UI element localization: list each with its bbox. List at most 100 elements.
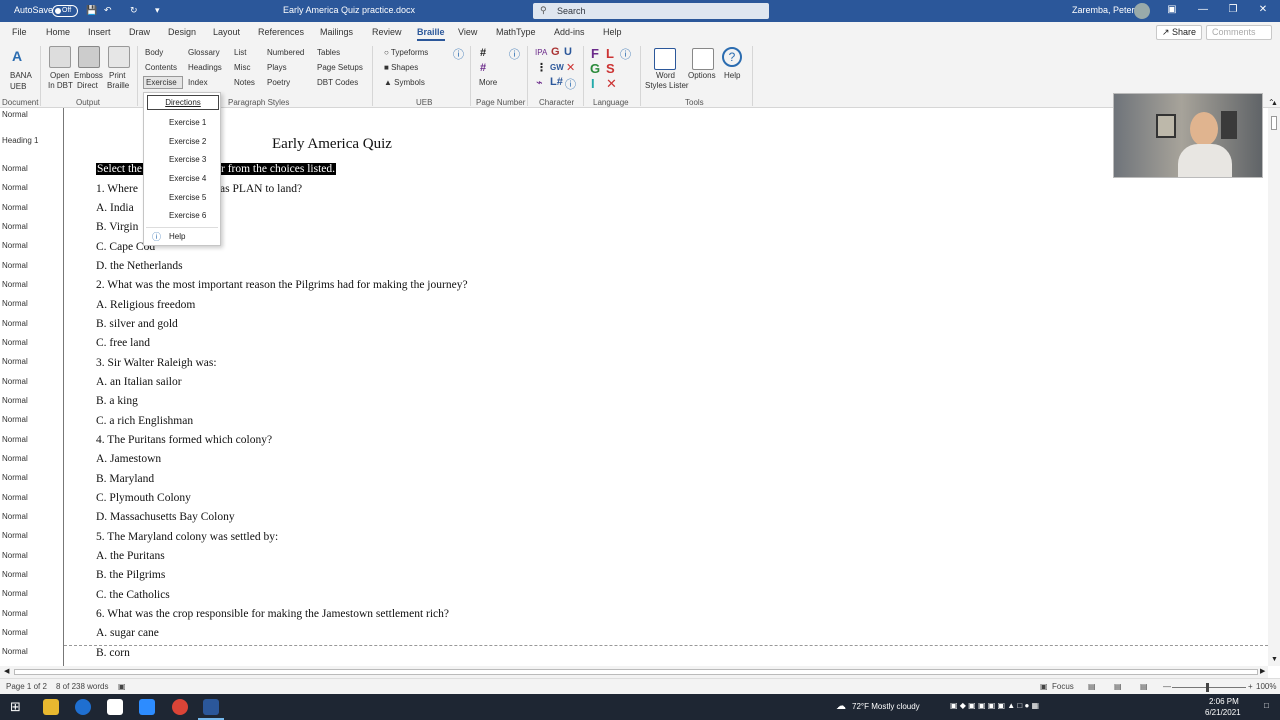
body-dropdown[interactable]: Body (145, 48, 163, 57)
list-dropdown[interactable]: List (234, 48, 246, 57)
ueb-dropdown[interactable]: UEB (10, 82, 26, 91)
language-icon[interactable]: L (606, 46, 614, 61)
language-icon[interactable]: F (591, 46, 599, 61)
options-button[interactable]: Options (688, 71, 716, 80)
ribbon-display-icon[interactable]: ▣ (1165, 3, 1179, 17)
zoom-level[interactable]: 100% (1256, 682, 1276, 691)
customize-qat-icon[interactable]: ▾ (155, 5, 160, 16)
misc-dropdown[interactable]: Misc (234, 63, 250, 72)
zoom-slider[interactable] (1172, 687, 1246, 688)
close-icon[interactable]: ✕ (1256, 3, 1270, 17)
ipa-button[interactable]: IPA (535, 48, 547, 57)
shapes-dropdown[interactable]: ■ Shapes (384, 63, 418, 72)
document-page[interactable]: Early America Quiz Select the r from the… (64, 108, 1268, 666)
menu-item-exercise-4[interactable]: Exercise 4 (169, 174, 206, 183)
tab-references[interactable]: References (258, 27, 304, 37)
clock-time[interactable]: 2:06 PM (1209, 697, 1239, 706)
undo-icon[interactable]: ↶ (104, 5, 112, 16)
delete-icon[interactable]: ✕ (606, 76, 617, 92)
user-name[interactable]: Zaremba, Peter (1072, 5, 1135, 15)
print-layout-icon[interactable]: ▤ (1114, 682, 1122, 691)
index-dropdown[interactable]: Index (188, 78, 208, 87)
save-icon[interactable]: 💾 (86, 5, 97, 16)
minimize-icon[interactable]: — (1196, 3, 1210, 17)
language-icon[interactable]: G (590, 61, 600, 76)
notes-dropdown[interactable]: Notes (234, 78, 255, 87)
bana-button[interactable]: BANA (10, 71, 32, 80)
grid-icon[interactable]: ⋮ (536, 61, 547, 74)
tab-draw[interactable]: Draw (129, 27, 150, 37)
notifications-icon[interactable]: □ (1264, 701, 1269, 710)
open-dbt-button[interactable]: Open (50, 71, 70, 80)
character-icon[interactable]: L# (550, 76, 563, 88)
horizontal-scrollbar[interactable]: ◀ ▶ (0, 666, 1268, 678)
tab-mailings[interactable]: Mailings (320, 27, 353, 37)
web-layout-icon[interactable]: ▤ (1140, 682, 1148, 691)
focus-button[interactable]: Focus (1052, 682, 1074, 691)
help-icon[interactable]: ⓘ (620, 46, 631, 62)
more-dropdown[interactable]: More (479, 78, 497, 87)
word-icon[interactable] (203, 699, 219, 715)
word-styles-lister-button[interactable]: Word (656, 71, 675, 80)
contents-dropdown[interactable]: Contents (145, 63, 177, 72)
zoom-out-icon[interactable]: — (1163, 682, 1171, 691)
word-count[interactable]: 8 of 238 words (56, 682, 108, 691)
glossary-dropdown[interactable]: Glossary (188, 48, 220, 57)
menu-item-exercise-3[interactable]: Exercise 3 (169, 155, 206, 164)
numbered-dropdown[interactable]: Numbered (267, 48, 304, 57)
comments-button[interactable]: Comments (1206, 25, 1272, 40)
scroll-down-icon[interactable]: ▼ (1271, 656, 1278, 663)
tab-add-ins[interactable]: Add-ins (554, 27, 585, 37)
weather-widget[interactable]: 72°F Mostly cloudy (852, 702, 920, 711)
tab-file[interactable]: File (12, 27, 27, 37)
help-icon[interactable]: ⓘ (565, 76, 576, 92)
zoom-in-icon[interactable]: + (1248, 682, 1253, 691)
language-icon[interactable]: I (591, 76, 595, 91)
menu-item-directions[interactable]: Directions (147, 95, 219, 110)
tab-insert[interactable]: Insert (88, 27, 111, 37)
restore-icon[interactable]: ❐ (1226, 3, 1240, 17)
tools-help-button[interactable]: Help (724, 71, 740, 80)
help-icon[interactable]: ⓘ (453, 46, 464, 62)
tab-layout[interactable]: Layout (213, 27, 240, 37)
autosave-toggle[interactable]: Off (52, 5, 78, 17)
tab-view[interactable]: View (458, 27, 477, 37)
poetry-dropdown[interactable]: Poetry (267, 78, 290, 87)
scroll-right-icon[interactable]: ▶ (1260, 667, 1265, 675)
menu-item-exercise-2[interactable]: Exercise 2 (169, 137, 206, 146)
emboss-direct-button[interactable]: Emboss (74, 71, 103, 80)
tab-design[interactable]: Design (168, 27, 196, 37)
redo-icon[interactable]: ↻ (130, 5, 138, 16)
scroll-up-icon[interactable]: ▲ (1271, 100, 1278, 107)
weather-icon[interactable]: ☁ (836, 701, 846, 712)
edge-icon[interactable] (75, 699, 91, 715)
zoom-app-icon[interactable] (139, 699, 155, 715)
symbols-dropdown[interactable]: ▲ Symbols (384, 78, 425, 87)
page-number-icon[interactable]: # (480, 62, 486, 74)
page-number-icon[interactable]: # (480, 47, 486, 59)
vertical-scrollbar[interactable]: ▲ ▼ (1268, 100, 1280, 666)
page-setups-dropdown[interactable]: Page Setups (317, 63, 363, 72)
language-icon[interactable]: S (606, 61, 615, 76)
scroll-left-icon[interactable]: ◀ (4, 667, 9, 675)
share-button[interactable]: ↗ Share (1156, 25, 1203, 40)
file-explorer-icon[interactable] (43, 699, 59, 715)
focus-icon[interactable]: ▣ (1040, 682, 1048, 691)
menu-item-exercise-1[interactable]: Exercise 1 (169, 118, 206, 127)
help-icon[interactable]: ⓘ (509, 46, 520, 62)
zoom-slider-thumb[interactable] (1206, 683, 1209, 692)
chrome-icon[interactable] (172, 699, 188, 715)
duxbury-icon[interactable] (107, 699, 123, 715)
scroll-thumb[interactable] (14, 669, 1258, 675)
menu-item-help[interactable]: Help (169, 232, 185, 241)
delete-icon[interactable]: ✕ (566, 61, 575, 74)
tab-braille[interactable]: Braille (417, 27, 445, 41)
page-count[interactable]: Page 1 of 2 (6, 682, 47, 691)
menu-item-exercise-6[interactable]: Exercise 6 (169, 211, 206, 220)
plays-dropdown[interactable]: Plays (267, 63, 287, 72)
tables-dropdown[interactable]: Tables (317, 48, 340, 57)
read-mode-icon[interactable]: ▤ (1088, 682, 1096, 691)
typeforms-dropdown[interactable]: ○ Typeforms (384, 48, 428, 57)
clock-date[interactable]: 6/21/2021 (1205, 708, 1241, 717)
gw-button[interactable]: GW (550, 63, 564, 72)
